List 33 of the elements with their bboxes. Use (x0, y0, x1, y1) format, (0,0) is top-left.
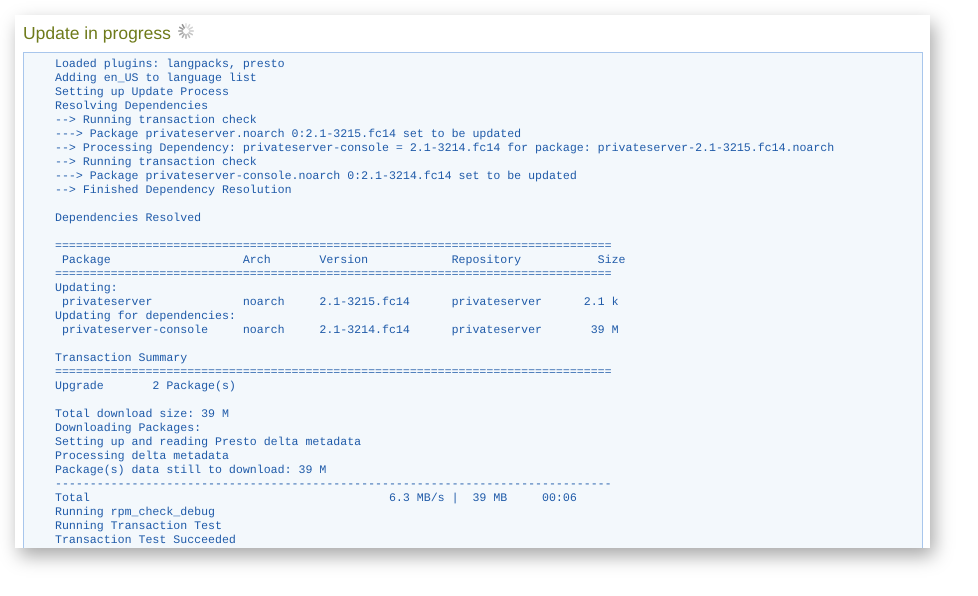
log-line: Transaction Summary (55, 352, 188, 366)
log-line: Running Transaction Test (55, 520, 222, 534)
log-line: Setting up Update Process (55, 86, 229, 100)
log-line: Setting up and reading Presto delta metadata (55, 436, 362, 450)
log-line: -------------------------------------------------------------------------------- (55, 478, 612, 492)
log-line: Updating for dependencies: (55, 310, 236, 324)
log-line: --> Processing Dependency: privateserver-console = 2.1-3214.fc14 for package: privateserver-2.1-3215.fc14.noarch (55, 142, 834, 156)
log-line: ================================================================================ (55, 366, 612, 380)
log-line: Transaction Test Succeeded (55, 534, 236, 548)
log-line: --> Running transaction check (55, 114, 257, 128)
log-line: --> Finished Dependency Resolution (55, 184, 292, 198)
log-line: Dependencies Resolved (55, 212, 202, 226)
log-line: Loaded plugins: langpacks, presto (55, 58, 285, 72)
log-line: privateserver noarch 2.1-3215.fc14 privateserver 2.1 k (60, 296, 619, 310)
log-line: Package Arch Version Repository Size (60, 254, 626, 268)
log-line: Updating: (55, 282, 118, 296)
page-title: Update in progress (23, 23, 171, 43)
log-line: Total download size: 39 M (55, 408, 229, 422)
spinner-icon (176, 22, 195, 40)
log-line: Package(s) data still to download: 39 M (55, 464, 326, 478)
log-line: Total 6.3 MB/s | 39 MB 00:06 (55, 492, 577, 506)
log-line: Processing delta metadata (55, 450, 229, 464)
log-line: ---> Package privateserver.noarch 0:2.1-3215.fc14 set to be updated (55, 128, 522, 142)
log-line: --> Running transaction check (55, 156, 257, 170)
log-line: Upgrade 2 Package(s) (55, 380, 236, 394)
log-line: privateserver-console noarch 2.1-3214.fc14 privateserver 39 M (60, 324, 619, 338)
log-line: Adding en_US to language list (55, 72, 257, 86)
log-line: ================================================================================ (55, 268, 612, 282)
log-line: ---> Package privateserver-console.noarch 0:2.1-3214.fc14 set to be updated (55, 170, 577, 184)
log-line: Running rpm_check_debug (55, 506, 216, 520)
log-line: ================================================================================ (55, 240, 612, 254)
log-line: Downloading Packages: (55, 422, 202, 436)
log-line: Resolving Dependencies (55, 100, 208, 114)
